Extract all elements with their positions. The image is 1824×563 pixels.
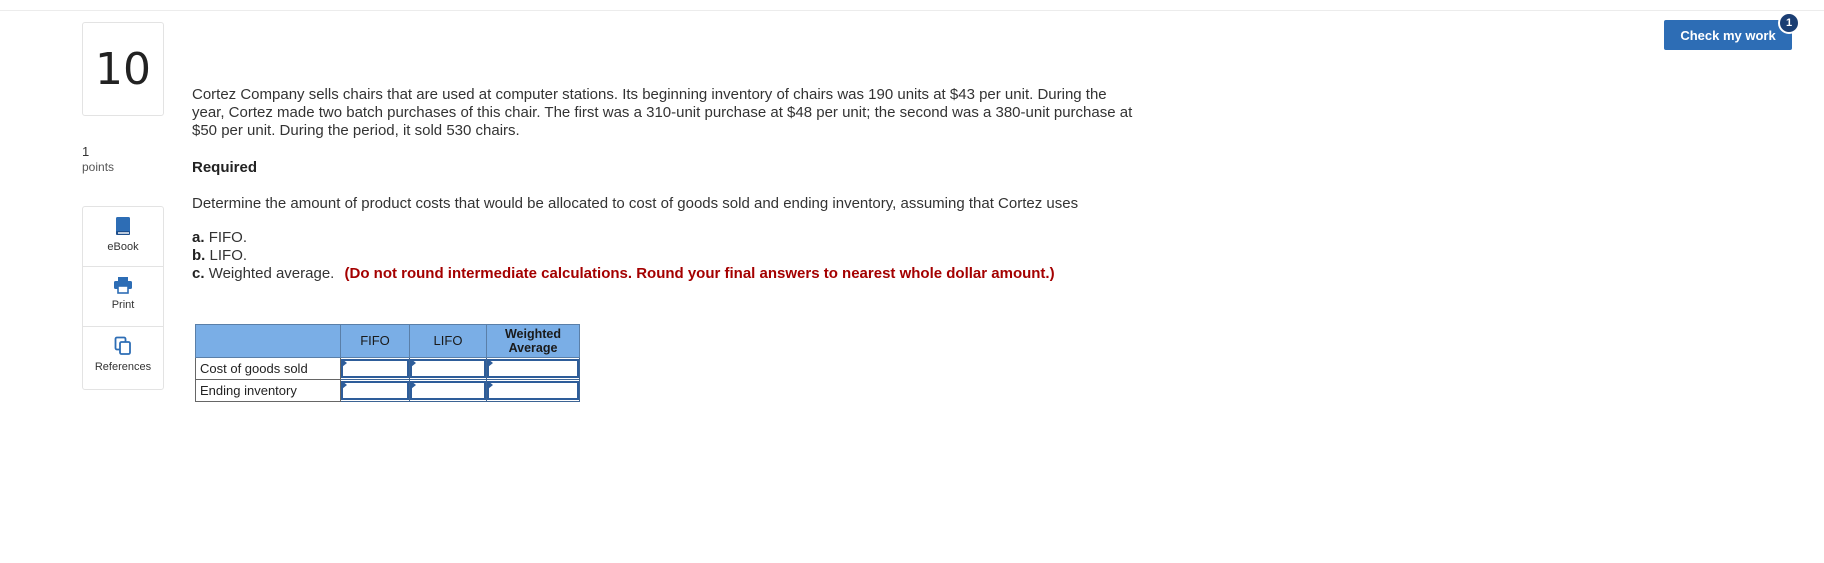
cogs-fifo-cell	[340, 357, 410, 380]
header-blank	[195, 324, 341, 358]
option-letter: b.	[192, 247, 206, 264]
tools-panel: eBook Print References	[82, 206, 164, 390]
ending-inventory-fifo-input[interactable]	[341, 381, 409, 400]
problem-text: Cortez Company sells chairs that are use…	[192, 86, 1133, 139]
points-label: points	[82, 160, 115, 174]
option-letter: a.	[192, 229, 205, 246]
cogs-fifo-input[interactable]	[341, 359, 409, 378]
option-b: b. LIFO.	[192, 247, 1055, 265]
ei-weighted-cell	[486, 379, 580, 402]
ending-inventory-weighted-input[interactable]	[487, 381, 579, 400]
ebook-button[interactable]: eBook	[83, 207, 163, 267]
references-button[interactable]: References	[83, 327, 163, 387]
header-weighted-average: Weighted Average	[486, 324, 580, 358]
points-value: 1	[82, 144, 90, 159]
option-text: Weighted average.	[208, 265, 335, 282]
copy-icon	[114, 336, 131, 355]
printer-icon	[114, 277, 132, 294]
book-icon	[116, 217, 130, 235]
ending-inventory-lifo-input[interactable]	[410, 381, 486, 400]
ei-lifo-cell	[409, 379, 487, 402]
determine-text: Determine the amount of product costs th…	[192, 195, 1079, 212]
cogs-lifo-input[interactable]	[410, 359, 486, 378]
header-fifo: FIFO	[340, 324, 410, 358]
ebook-label: eBook	[107, 241, 139, 253]
ei-fifo-cell	[340, 379, 410, 402]
references-label: References	[94, 361, 152, 373]
print-button[interactable]: Print	[83, 267, 163, 327]
options-list: a. FIFO. b. LIFO. c. Weighted average. (…	[192, 229, 1055, 283]
cogs-weighted-cell	[486, 357, 580, 380]
option-letter: c.	[192, 265, 205, 282]
row-label-cogs: Cost of goods sold	[195, 357, 341, 380]
option-text: LIFO.	[209, 247, 248, 264]
problem-statement: Cortez Company sells chairs that are use…	[192, 86, 1142, 140]
cogs-lifo-cell	[409, 357, 487, 380]
print-label: Print	[111, 299, 135, 311]
table-row: Ending inventory	[195, 379, 580, 402]
question-number: 10	[82, 22, 164, 116]
required-heading: Required	[192, 159, 258, 176]
option-c: c. Weighted average. (Do not round inter…	[192, 265, 1055, 283]
option-a: a. FIFO.	[192, 229, 1055, 247]
top-divider	[0, 10, 1824, 11]
notification-badge: 1	[1778, 12, 1800, 34]
header-lifo: LIFO	[409, 324, 487, 358]
table-header-row: FIFO LIFO Weighted Average	[195, 324, 580, 358]
option-text: FIFO.	[208, 229, 248, 246]
check-my-work-button[interactable]: Check my work	[1664, 20, 1792, 50]
cogs-weighted-input[interactable]	[487, 359, 579, 378]
rounding-instruction: (Do not round intermediate calculations.…	[344, 265, 1055, 282]
row-label-ending-inventory: Ending inventory	[195, 379, 341, 402]
table-row: Cost of goods sold	[195, 357, 580, 380]
answer-table: FIFO LIFO Weighted Average Cost of goods…	[195, 324, 580, 402]
